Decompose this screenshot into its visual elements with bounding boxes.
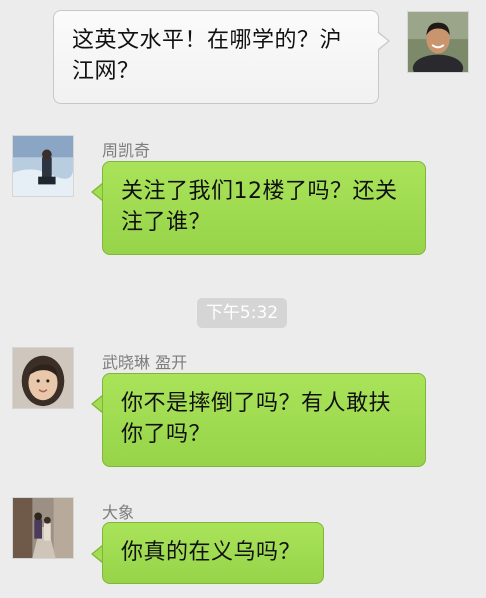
message-bubble-incoming[interactable]: 你不是摔倒了吗？有人敢扶你了吗？: [102, 373, 426, 467]
message-text: 你不是摔倒了吗？有人敢扶你了吗？: [121, 391, 392, 447]
sender-name: 武晓琳 盈开: [102, 353, 188, 372]
avatar[interactable]: [12, 135, 74, 197]
bubble-tail: [91, 183, 103, 201]
message-text: 这英文水平！在哪学的？沪江网？: [72, 28, 343, 84]
avatar[interactable]: [12, 497, 74, 559]
message-bubble-incoming[interactable]: 关注了我们12楼了吗？还关注了谁？: [102, 161, 426, 255]
chat-thread: 这英文水平！在哪学的？沪江网？ 周凯奇 关注了我们12楼了吗？还关注了谁？ 下午…: [0, 0, 486, 598]
bubble-tail: [91, 395, 103, 413]
girl-portrait-avatar-icon: [13, 348, 73, 408]
avatar[interactable]: [407, 11, 469, 73]
timestamp-badge: 下午5:32: [197, 298, 287, 328]
message-text: 关注了我们12楼了吗？还关注了谁？: [121, 179, 398, 235]
snow-scene-avatar-icon: [13, 136, 73, 196]
bubble-tail: [91, 545, 103, 563]
message-bubble-incoming[interactable]: 你真的在义乌吗？: [102, 522, 324, 584]
message-text: 你真的在义乌吗？: [121, 540, 302, 565]
man-smiling-avatar-icon: [408, 12, 468, 72]
sender-name: 大象: [102, 503, 135, 522]
street-photo-avatar-icon: [13, 498, 73, 558]
bubble-tail: [378, 32, 390, 50]
sender-name: 周凯奇: [102, 141, 151, 160]
message-bubble-outgoing[interactable]: 这英文水平！在哪学的？沪江网？: [53, 10, 379, 104]
avatar[interactable]: [12, 347, 74, 409]
